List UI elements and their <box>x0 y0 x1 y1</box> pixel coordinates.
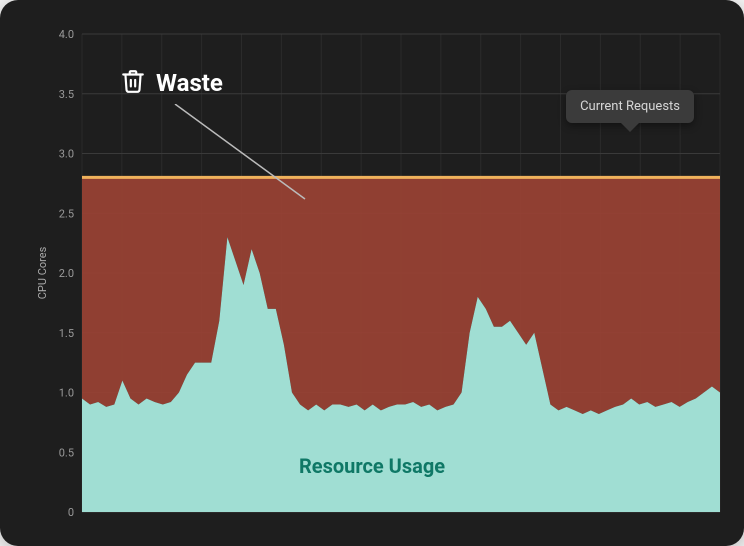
trash-icon <box>120 68 146 98</box>
current-requests-tooltip: Current Requests <box>566 90 694 123</box>
y-axis-label: CPU Cores <box>37 247 48 300</box>
svg-text:1.5: 1.5 <box>59 327 74 340</box>
svg-text:0: 0 <box>68 506 74 519</box>
svg-text:0.5: 0.5 <box>59 446 74 459</box>
svg-text:4.0: 4.0 <box>59 28 74 41</box>
waste-label: Waste <box>120 68 223 98</box>
svg-text:1.0: 1.0 <box>59 387 74 400</box>
waste-text: Waste <box>156 71 223 95</box>
svg-text:3.5: 3.5 <box>59 88 74 101</box>
resource-usage-label: Resource Usage <box>299 456 445 476</box>
svg-text:3.0: 3.0 <box>59 148 74 161</box>
tooltip-text: Current Requests <box>580 99 680 114</box>
svg-text:2.5: 2.5 <box>59 207 74 220</box>
svg-text:2.0: 2.0 <box>59 267 74 280</box>
chart-panel: CPU Cores 0 0.5 1.0 1.5 2.0 2.5 3.0 3.5 4.0 Wast… <box>0 0 744 546</box>
